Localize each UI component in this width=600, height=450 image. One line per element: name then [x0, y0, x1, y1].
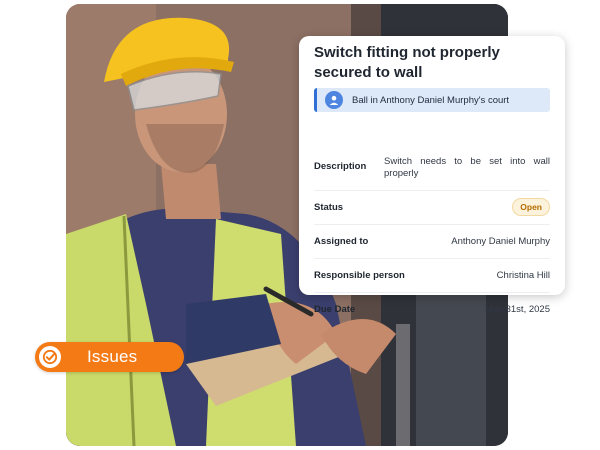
issue-detail-card: Switch fitting not properly secured to w…	[299, 36, 565, 315]
due-date-label: Due Date	[314, 303, 356, 315]
check-circle-icon	[39, 346, 61, 368]
responsible-person-row: Responsible person Christina Hill	[314, 258, 550, 293]
status-row: Status Open	[314, 190, 550, 225]
due-date-value: May 31st, 2025	[485, 303, 550, 315]
responsible-person-label: Responsible person	[314, 269, 405, 281]
ball-in-court-label: Ball in Anthony Daniel Murphy's court	[352, 94, 510, 106]
assigned-to-label: Assigned to	[314, 235, 369, 247]
description-row: Description Switch needs to be set into …	[314, 156, 550, 191]
assigned-to-value: Anthony Daniel Murphy	[451, 235, 550, 247]
due-date-row: Due Date May 31st, 2025	[314, 292, 550, 326]
issue-title: Switch fitting not properly secured to w…	[314, 44, 500, 81]
assigned-to-row: Assigned to Anthony Daniel Murphy	[314, 224, 550, 259]
status-label: Status	[314, 201, 344, 213]
status-badge: Open	[512, 198, 550, 216]
ball-in-court-banner: Ball in Anthony Daniel Murphy's court	[314, 88, 550, 112]
issues-tag: Issues	[35, 342, 184, 372]
description-label: Description	[314, 161, 367, 172]
description-value: Switch needs to be set into wall properl…	[384, 156, 550, 179]
responsible-person-value: Christina Hill	[496, 269, 550, 281]
person-icon	[325, 91, 343, 109]
issues-label: Issues	[87, 347, 138, 366]
